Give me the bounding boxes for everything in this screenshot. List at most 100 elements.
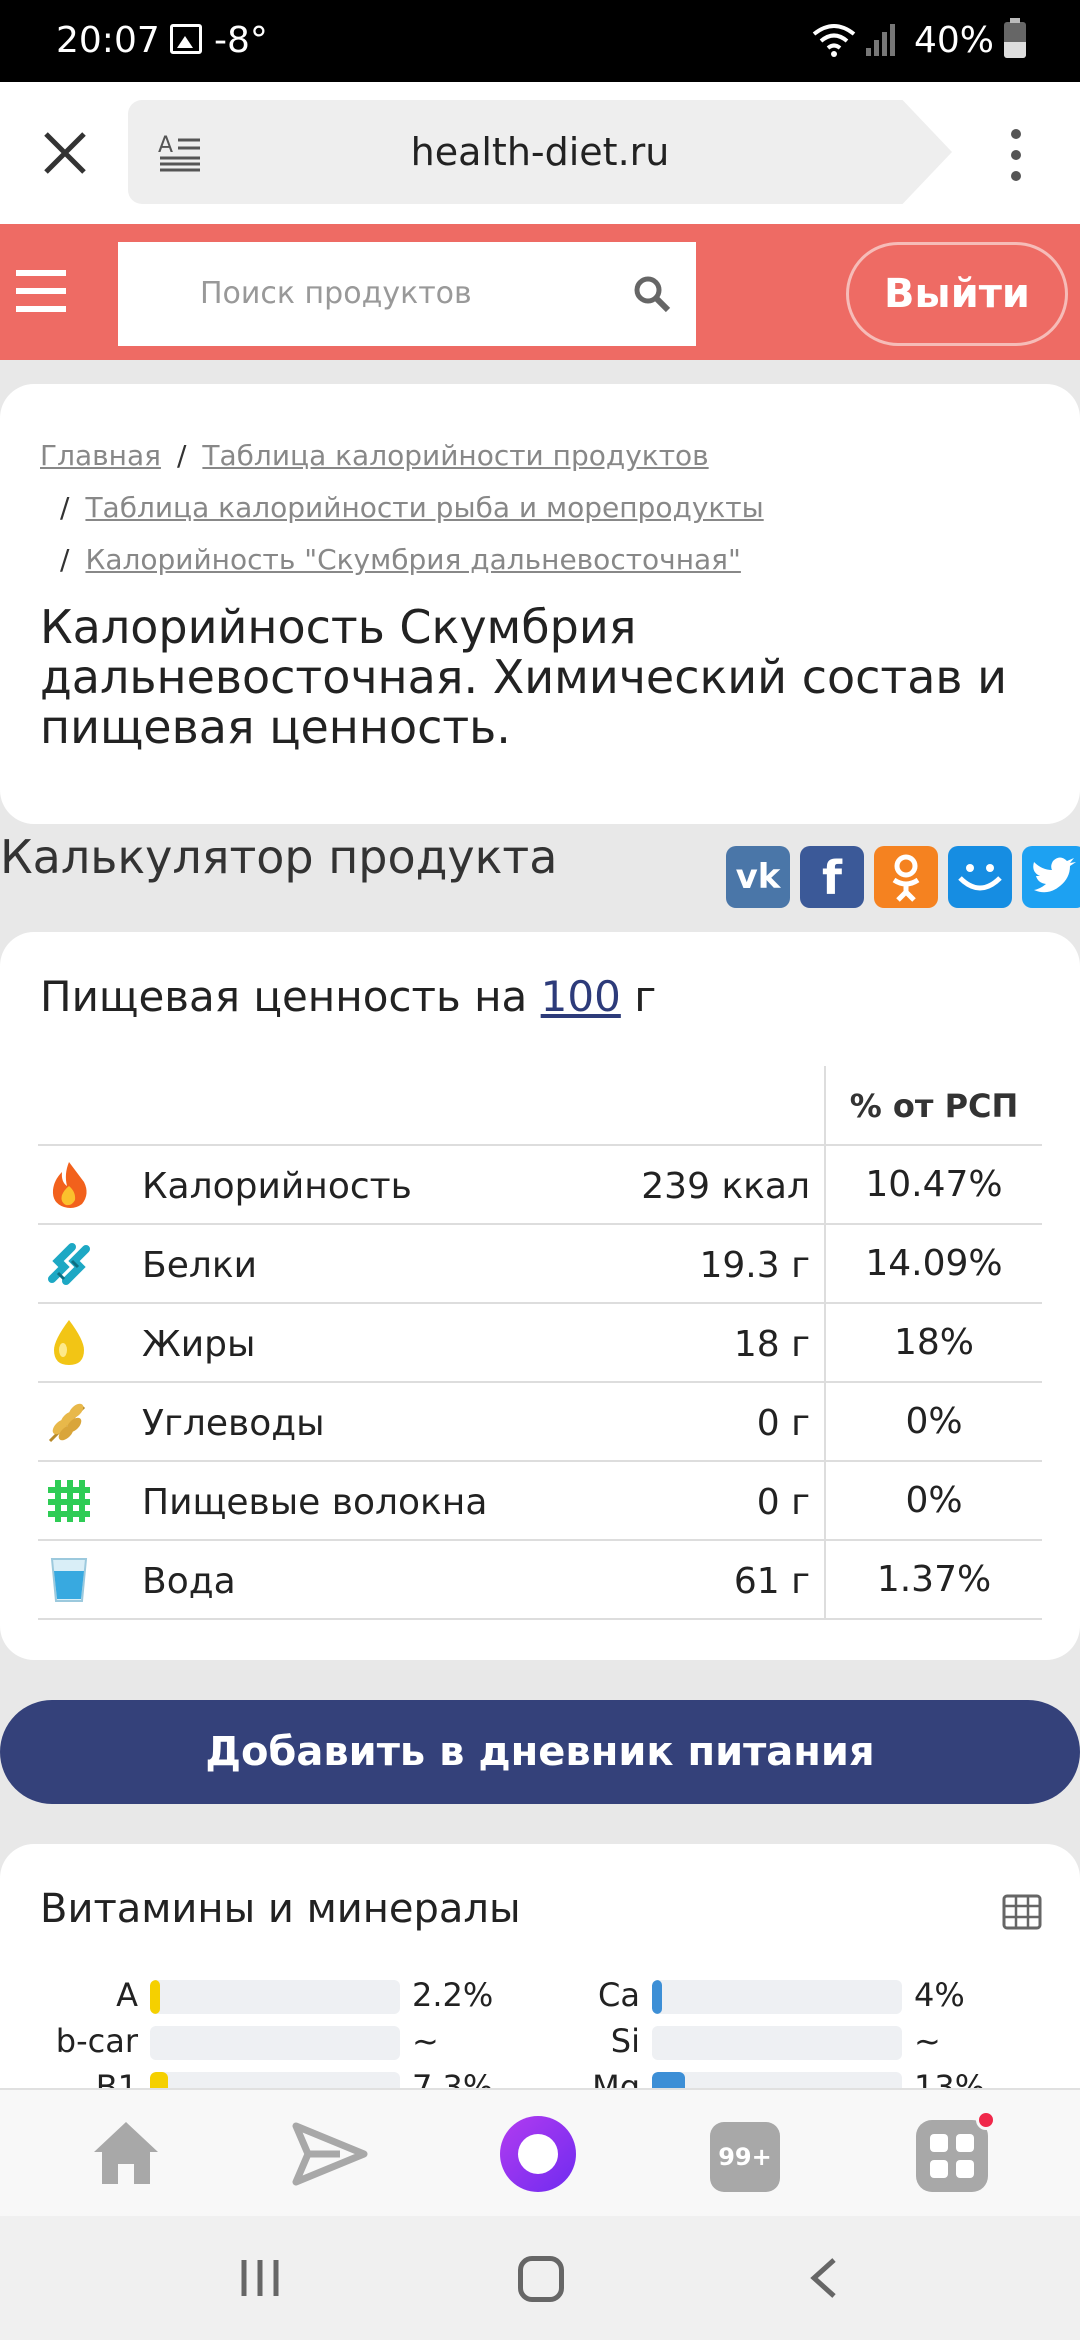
nutrition-card: Пищевая ценность на 100 г % от РСП Калор… <box>0 932 1080 1660</box>
page-title: Калорийность Скумбрия дальневосточная. Х… <box>40 600 1008 754</box>
search-placeholder: Поиск продуктов <box>200 276 472 311</box>
nutrient-name: Жиры <box>142 1324 256 1365</box>
vitamins-title: Витамины и минералы <box>40 1886 521 1932</box>
battery-percent: 40% <box>914 20 995 61</box>
breadcrumb-home[interactable]: Главная <box>40 439 161 472</box>
nutrient-pct: 1.37% <box>824 1541 1042 1618</box>
vitamin-row: b-car ~ <box>0 2022 520 2062</box>
mineral-row: Ca 4% <box>502 1976 1042 2016</box>
nutrient-value: 0 г <box>756 1482 810 1523</box>
nutrient-pct: 14.09% <box>824 1225 1042 1302</box>
site-header: Поиск продуктов Выйти <box>0 224 1080 360</box>
odnoklassniki-icon <box>892 854 920 902</box>
twitter-icon <box>1033 857 1076 893</box>
nutrient-value: 61 г <box>733 1561 810 1602</box>
nutrient-name: Вода <box>142 1561 236 1602</box>
vk-icon: vk <box>735 857 781 897</box>
vitamin-label: A <box>116 1976 138 2014</box>
back-icon[interactable] <box>806 2256 842 2300</box>
nutrient-pct: 18% <box>824 1304 1042 1381</box>
mineral-label: Si <box>610 2022 640 2060</box>
calculator-title: Калькулятор продукта <box>0 830 558 884</box>
breadcrumb-current[interactable]: Калорийность "Скумбрия дальневосточная" <box>85 543 740 576</box>
status-time: 20:07 <box>56 20 160 61</box>
url-text: health-diet.ru <box>410 130 670 174</box>
breadcrumb: Главная / Таблица калорийности продуктов /… <box>40 439 764 576</box>
browser-bottom-nav: 99+ <box>0 2088 1080 2216</box>
apps-grid-icon[interactable] <box>916 2110 996 2192</box>
protein-icon <box>48 1243 90 1285</box>
breadcrumb-fish-table[interactable]: Таблица калорийности рыба и морепродукты <box>85 491 763 524</box>
fiber-icon <box>48 1480 90 1522</box>
mineral-value: 4% <box>914 1976 965 2014</box>
logout-button[interactable]: Выйти <box>846 242 1068 346</box>
pct-header: % от РСП <box>824 1066 1042 1146</box>
vitamin-value: 2.2% <box>412 1976 494 2014</box>
moimir-share-button[interactable] <box>948 846 1012 908</box>
nutrient-value: 19.3 г <box>699 1245 810 1286</box>
add-to-diary-button[interactable]: Добавить в дневник питания <box>0 1700 1080 1804</box>
vk-share-button[interactable]: vk <box>726 846 790 908</box>
nutrient-name: Белки <box>142 1245 257 1286</box>
table-row: Вода 61 г 1.37% <box>38 1541 1042 1620</box>
mineral-value: ~ <box>914 2022 941 2060</box>
address-bar[interactable]: A health-diet.ru <box>128 100 952 204</box>
gallery-icon <box>170 24 202 54</box>
mineral-label: Ca <box>598 1976 640 2014</box>
nutrient-name: Пищевые волокна <box>142 1482 488 1523</box>
system-navigation-bar <box>0 2216 1080 2340</box>
vitamin-row: A 2.2% <box>0 1976 520 2016</box>
nutrient-name: Углеводы <box>142 1403 325 1444</box>
table-row: Пищевые волокна 0 г 0% <box>38 1462 1042 1541</box>
signal-icon <box>866 24 895 56</box>
search-input[interactable]: Поиск продуктов <box>118 242 696 346</box>
vitamin-bar <box>150 2026 400 2060</box>
home-icon[interactable] <box>86 2114 166 2194</box>
table-header: % от РСП <box>38 1066 1042 1146</box>
nutrient-value: 18 г <box>733 1324 810 1365</box>
twitter-share-button[interactable] <box>1022 846 1080 908</box>
table-row: Белки 19.3 г 14.09% <box>38 1225 1042 1304</box>
facebook-icon: f <box>821 851 842 905</box>
browser-toolbar: A health-diet.ru <box>0 82 1080 224</box>
mineral-bar-fill <box>652 1980 662 2014</box>
send-icon[interactable] <box>290 2114 370 2194</box>
vitamin-value: ~ <box>412 2022 439 2060</box>
breadcrumb-calorie-table[interactable]: Таблица калорийности продуктов <box>202 439 708 472</box>
wifi-icon <box>812 24 856 57</box>
odnoklassniki-share-button[interactable] <box>874 846 938 908</box>
nutrient-pct: 10.47% <box>824 1146 1042 1223</box>
moimir-icon <box>958 864 1002 891</box>
home-button[interactable] <box>518 2256 564 2302</box>
water-glass-icon <box>50 1558 88 1602</box>
oil-drop-icon <box>54 1320 84 1365</box>
more-menu-icon[interactable] <box>1006 128 1026 182</box>
close-icon[interactable] <box>40 128 90 178</box>
alice-assistant-icon[interactable] <box>498 2114 578 2194</box>
nutrient-name: Калорийность <box>142 1166 412 1207</box>
notification-dot <box>976 2110 996 2130</box>
status-temperature: -8° <box>214 20 268 61</box>
table-row: Калорийность 239 ккал 10.47% <box>38 1146 1042 1225</box>
nutrition-title-unit: г <box>634 972 657 1021</box>
amount-input[interactable]: 100 <box>541 972 621 1021</box>
nutrient-pct: 0% <box>824 1383 1042 1460</box>
table-view-icon[interactable] <box>1002 1894 1042 1930</box>
facebook-share-button[interactable]: f <box>800 846 864 908</box>
tabs-count-button[interactable]: 99+ <box>710 2122 780 2192</box>
status-bar: 20:07 -8° 40% <box>0 0 1080 82</box>
table-row: Жиры 18 г 18% <box>38 1304 1042 1383</box>
nutrition-title-prefix: Пищевая ценность на <box>40 972 528 1021</box>
recent-apps-icon[interactable] <box>238 2256 282 2300</box>
nutrition-table: % от РСП Калорийность 239 ккал 10.47% Бе… <box>38 1066 1042 1620</box>
nutrient-pct: 0% <box>824 1462 1042 1539</box>
battery-icon <box>1004 18 1026 58</box>
vitamin-bar-fill <box>150 1980 160 2014</box>
nutrient-value: 0 г <box>756 1403 810 1444</box>
nutrient-value: 239 ккал <box>641 1166 810 1207</box>
search-icon[interactable] <box>632 274 672 314</box>
mineral-bar <box>652 1980 902 2014</box>
hamburger-menu-icon[interactable] <box>14 268 68 314</box>
wheat-icon <box>48 1403 86 1443</box>
fire-icon <box>52 1162 87 1208</box>
